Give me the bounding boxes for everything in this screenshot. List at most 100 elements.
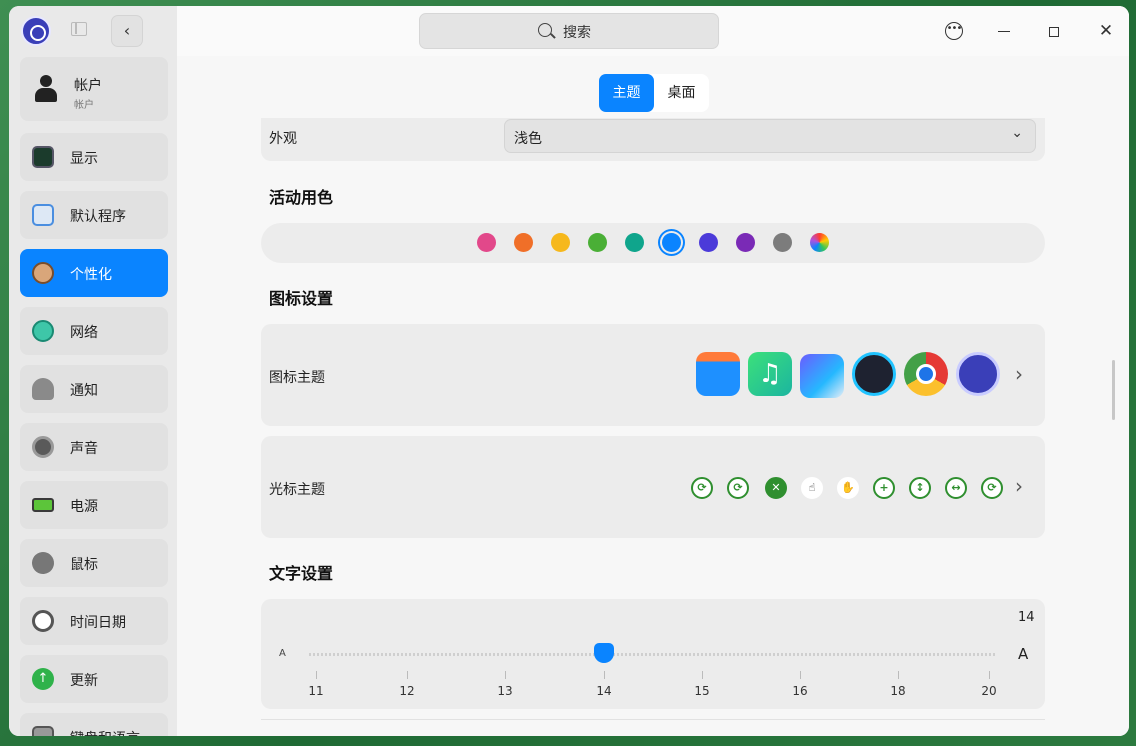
slider-tick-label: 12: [399, 684, 415, 698]
resize-vertical-cursor-icon: ↕: [909, 477, 931, 499]
font-size-slider-track[interactable]: [309, 653, 997, 656]
accent-color-yellow[interactable]: [551, 233, 570, 252]
file-manager-icon: [696, 352, 740, 396]
divider: [261, 719, 1045, 720]
spinner-cursor-icon: ⟳: [981, 477, 1003, 499]
slider-tick-label: 18: [890, 684, 906, 698]
slider-tick-label: 15: [694, 684, 710, 698]
icon-settings-title: 图标设置: [269, 289, 334, 308]
default-apps-icon: [32, 204, 54, 226]
control-center-icon: [956, 352, 1000, 396]
appearance-select[interactable]: 浅色 ⌄: [504, 119, 1036, 153]
cursor-theme-label: 光标主题: [269, 482, 325, 498]
sidebar-item-mouse[interactable]: 鼠标: [20, 539, 168, 587]
accent-color-custom-icon[interactable]: [810, 233, 829, 252]
accent-color-green[interactable]: [588, 233, 607, 252]
sidebar-item-label: 鼠标: [70, 557, 98, 573]
slider-tick: [407, 671, 408, 679]
accent-color-pink[interactable]: [477, 233, 496, 252]
font-size-small-label: A: [279, 648, 286, 659]
minimize-button[interactable]: [998, 31, 1010, 33]
keyboard-icon: [32, 726, 54, 736]
pointer-hand-cursor-icon: ☝: [801, 477, 823, 499]
slider-tick: [604, 671, 605, 679]
slider-tick: [898, 671, 899, 679]
tab-desktop[interactable]: 桌面: [654, 74, 709, 112]
arrow-cursor-icon: ⟳: [691, 477, 713, 499]
grab-hand-cursor-icon: ✋: [837, 477, 859, 499]
icon-theme-label: 图标主题: [269, 370, 325, 386]
chevron-right-icon[interactable]: ›: [1015, 362, 1023, 386]
busy-cursor-icon: ⟳: [727, 477, 749, 499]
cursor-theme-row[interactable]: 光标主题 ⟳ ⟳ ✕ ☝ ✋ + ↕ ↔ ⟳ ›: [261, 436, 1045, 538]
accent-color-purple[interactable]: [736, 233, 755, 252]
chevron-right-icon[interactable]: ›: [1015, 474, 1023, 498]
sidebar-item-default-apps[interactable]: 默认程序: [20, 191, 168, 239]
slider-tick: [505, 671, 506, 679]
sidebar-item-update[interactable]: ↑ 更新: [20, 655, 168, 703]
close-button[interactable]: ✕: [1097, 22, 1115, 40]
sidebar-item-label: 个性化: [70, 267, 112, 283]
font-size-row: 14 A A 11 12 13 14 15 16 18 20: [261, 599, 1045, 709]
sidebar-item-power[interactable]: 电源: [20, 481, 168, 529]
appearance-row: 外观 浅色 ⌄: [261, 118, 1045, 161]
window-menu-button[interactable]: •••: [945, 22, 963, 40]
accent-color-gray[interactable]: [773, 233, 792, 252]
sidebar-item-keyboard-language[interactable]: 键盘和语言: [20, 713, 168, 736]
tab-theme[interactable]: 主题: [599, 74, 654, 112]
slider-tick: [316, 671, 317, 679]
chevron-left-icon: ‹: [123, 21, 131, 40]
deepin-settings-logo-icon: [21, 16, 51, 46]
slider-tick-label: 11: [308, 684, 324, 698]
accent-color-blue[interactable]: [662, 233, 681, 252]
sidebar: ‹ 帐户 帐户 显示 默认程序 个性化 网络 通知 声音 电源 鼠标 时间日期 …: [9, 6, 177, 736]
clock-icon: [32, 610, 54, 632]
maximize-button[interactable]: [1049, 27, 1059, 37]
accent-color-teal[interactable]: [625, 233, 644, 252]
slider-tick: [989, 671, 990, 679]
sidebar-item-label: 默认程序: [70, 209, 126, 225]
slider-tick-label: 20: [981, 684, 997, 698]
sidebar-item-display[interactable]: 显示: [20, 133, 168, 181]
sidebar-item-label: 键盘和语言: [70, 728, 140, 736]
accent-color-indigo[interactable]: [699, 233, 718, 252]
accent-color-orange[interactable]: [514, 233, 533, 252]
main-content: 搜索 ••• ✕ 主题 桌面 外观 浅色 ⌄ 活动用色 图标设置 图标主题 ♫ …: [177, 6, 1129, 736]
tab-bar: 主题 桌面: [599, 74, 709, 112]
not-allowed-cursor-icon: ✕: [765, 477, 787, 499]
sidebar-item-sound[interactable]: 声音: [20, 423, 168, 471]
font-size-large-label: A: [1018, 645, 1029, 663]
accent-color-title: 活动用色: [269, 188, 334, 207]
search-label: 搜索: [563, 25, 591, 41]
sidebar-item-account[interactable]: 帐户 帐户: [20, 57, 168, 121]
icon-theme-row[interactable]: 图标主题 ♫ ›: [261, 324, 1045, 426]
resize-horizontal-cursor-icon: ↔: [945, 477, 967, 499]
slider-tick-label: 16: [792, 684, 808, 698]
monitor-icon: [32, 146, 54, 168]
image-viewer-icon: [800, 354, 844, 398]
font-size-value: 14: [1018, 610, 1035, 625]
move-cursor-icon: +: [873, 477, 895, 499]
user-avatar-icon: [34, 75, 58, 103]
search-input[interactable]: 搜索: [419, 13, 719, 49]
account-title: 帐户: [74, 78, 102, 94]
update-arrow-icon: ↑: [32, 668, 54, 690]
scrollbar-thumb[interactable]: [1112, 360, 1115, 420]
appearance-label: 外观: [269, 131, 297, 147]
sidebar-toggle-icon[interactable]: [71, 22, 87, 36]
search-icon: [538, 23, 552, 37]
sidebar-item-label: 声音: [70, 441, 98, 457]
sidebar-item-datetime[interactable]: 时间日期: [20, 597, 168, 645]
accent-color-row: [261, 223, 1045, 263]
back-button[interactable]: ‹: [111, 15, 143, 47]
font-size-slider-handle[interactable]: [594, 643, 614, 663]
chevron-down-icon: ⌄: [1011, 125, 1023, 141]
slider-tick-label: 13: [497, 684, 513, 698]
mouse-icon: [27, 547, 59, 579]
titlebar: 搜索 ••• ✕: [177, 6, 1129, 56]
sidebar-item-network[interactable]: 网络: [20, 307, 168, 355]
sidebar-item-notifications[interactable]: 通知: [20, 365, 168, 413]
slider-tick-label: 14: [596, 684, 612, 698]
sidebar-item-personalization[interactable]: 个性化: [20, 249, 168, 297]
palette-icon: [32, 262, 54, 284]
